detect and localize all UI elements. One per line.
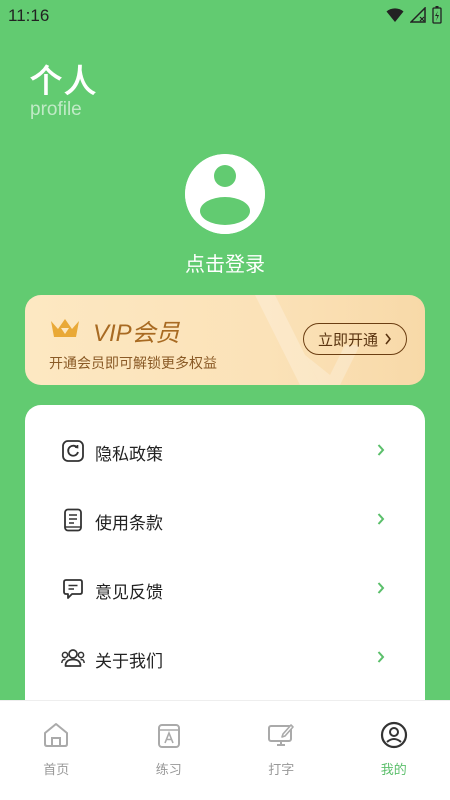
tab-practice[interactable]: 练习 — [113, 701, 226, 800]
menu-label-about: 关于我们 — [95, 652, 163, 672]
vip-title: VIP会员 — [93, 320, 180, 347]
status-time: 11:16 — [8, 6, 50, 25]
menu-item-feedback[interactable]: 意见反馈 — [25, 555, 425, 624]
settings-menu: 隐私政策 使用条款 意见反馈 关于我们 — [25, 405, 425, 735]
profile-icon — [380, 721, 407, 749]
user-avatar-icon — [185, 154, 265, 234]
login-link[interactable]: 点击登录 — [0, 248, 450, 277]
chevron-right-icon — [385, 333, 392, 345]
menu-label-privacy: 隐私政策 — [95, 445, 163, 465]
tab-label-typing: 打字 — [268, 763, 295, 778]
vip-card[interactable]: VIP会员 开通会员即可解锁更多权益 立即开通 — [25, 295, 425, 385]
menu-item-terms[interactable]: 使用条款 — [25, 486, 425, 555]
feedback-icon — [63, 579, 83, 599]
chevron-right-icon — [377, 513, 385, 525]
vip-subtitle: 开通会员即可解锁更多权益 — [49, 356, 217, 372]
battery-icon — [432, 6, 442, 24]
tab-typing[interactable]: 打字 — [225, 701, 338, 800]
privacy-icon — [62, 440, 84, 462]
page-subtitle: profile — [30, 99, 82, 120]
wifi-icon — [386, 8, 404, 22]
typing-icon — [268, 724, 295, 746]
tab-label-practice: 练习 — [155, 763, 182, 778]
vip-activate-button[interactable]: 立即开通 — [303, 323, 407, 355]
tab-home[interactable]: 首页 — [0, 701, 113, 800]
vip-activate-label: 立即开通 — [317, 330, 378, 349]
avatar[interactable] — [185, 154, 265, 234]
tab-label-profile: 我的 — [380, 763, 407, 778]
practice-icon — [157, 724, 180, 748]
tab-label-home: 首页 — [43, 763, 70, 778]
bottom-tab-bar: 首页 练习 打字 我的 — [0, 700, 450, 800]
about-icon — [61, 649, 85, 667]
signal-icon — [410, 7, 426, 23]
chevron-right-icon — [377, 444, 385, 456]
home-icon — [44, 723, 69, 747]
status-bar: 11:16 — [0, 0, 450, 32]
menu-label-terms: 使用条款 — [95, 514, 163, 534]
page-title: 个人 — [30, 62, 99, 100]
menu-item-privacy[interactable]: 隐私政策 — [25, 417, 425, 486]
menu-item-about[interactable]: 关于我们 — [25, 624, 425, 693]
chevron-right-icon — [377, 582, 385, 594]
terms-icon — [64, 508, 82, 532]
chevron-right-icon — [377, 651, 385, 663]
menu-label-feedback: 意见反馈 — [95, 583, 163, 603]
crown-icon — [51, 319, 79, 337]
status-icons — [386, 6, 442, 24]
tab-profile[interactable]: 我的 — [338, 701, 450, 800]
